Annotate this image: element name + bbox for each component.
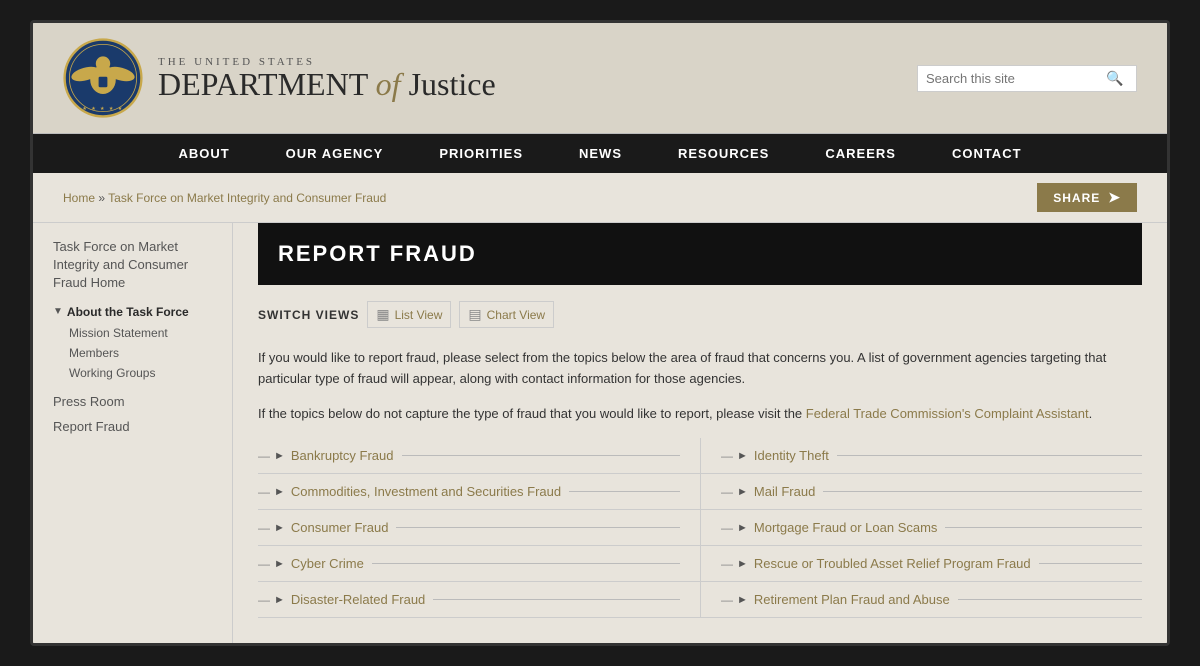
list-item: — ► Commodities, Investment and Securiti… xyxy=(258,474,700,510)
list-item: — ► Cyber Crime xyxy=(258,546,700,582)
content-area: Task Force on Market Integrity and Consu… xyxy=(33,223,1167,643)
browser-frame: ★ ★ ★ ★ ★ THE UNITED STATES DEPARTMENT o… xyxy=(30,20,1170,646)
svg-text:★ ★ ★ ★ ★: ★ ★ ★ ★ ★ xyxy=(82,106,123,112)
fraud-link-cyber[interactable]: Cyber Crime xyxy=(291,556,364,571)
nav-news[interactable]: NEWS xyxy=(551,134,650,173)
fraud-arrow-icon: ► xyxy=(274,522,285,534)
breadcrumb-bar: Home » Task Force on Market Integrity an… xyxy=(33,173,1167,223)
list-item: — ► Identity Theft xyxy=(700,438,1142,474)
logo-area: ★ ★ ★ ★ ★ THE UNITED STATES DEPARTMENT o… xyxy=(63,38,496,118)
list-view-button[interactable]: ▦ List View xyxy=(367,301,451,328)
search-icon: 🔍 xyxy=(1106,70,1123,87)
fraud-arrow-icon: ► xyxy=(737,450,748,462)
sidebar-report-fraud[interactable]: Report Fraud xyxy=(53,414,212,439)
search-box[interactable]: 🔍 xyxy=(917,65,1137,92)
sidebar-about-section: ▼ About the Task Force Mission Statement… xyxy=(53,305,212,383)
list-item: — ► Consumer Fraud xyxy=(258,510,700,546)
page-title: REPORT FRAUD xyxy=(258,223,1142,285)
fraud-link-disaster[interactable]: Disaster-Related Fraud xyxy=(291,592,425,607)
fraud-col-right: — ► Identity Theft — ► Mail Fraud — ► xyxy=(700,438,1142,618)
view-switcher: SWITCH VIEWS ▦ List View ▤ Chart View xyxy=(258,301,1142,328)
fraud-link-retirement[interactable]: Retirement Plan Fraud and Abuse xyxy=(754,592,950,607)
sidebar: Task Force on Market Integrity and Consu… xyxy=(33,223,233,643)
chart-icon: ▤ xyxy=(468,306,481,323)
fraud-link-bankruptcy[interactable]: Bankruptcy Fraud xyxy=(291,448,394,463)
intro-para-2: If the topics below do not capture the t… xyxy=(258,404,1142,425)
sidebar-about-title[interactable]: ▼ About the Task Force xyxy=(53,305,212,319)
sidebar-arrow-icon: ▼ xyxy=(53,306,63,317)
list-icon: ▦ xyxy=(376,306,389,323)
fraud-arrow-icon: ► xyxy=(737,558,748,570)
fraud-arrow-icon: ► xyxy=(274,558,285,570)
list-item: — ► Disaster-Related Fraud xyxy=(258,582,700,618)
list-item: — ► Bankruptcy Fraud xyxy=(258,438,700,474)
sidebar-press-room[interactable]: Press Room xyxy=(53,389,212,414)
fraud-grid: — ► Bankruptcy Fraud — ► Commodities, In… xyxy=(258,438,1142,618)
fraud-arrow-icon: ► xyxy=(737,486,748,498)
share-arrow-icon: ➤ xyxy=(1108,189,1121,206)
doj-title-main: DEPARTMENT of Justice xyxy=(158,68,496,100)
fraud-link-consumer[interactable]: Consumer Fraud xyxy=(291,520,389,535)
ftc-link[interactable]: Federal Trade Commission's Complaint Ass… xyxy=(806,406,1089,421)
fraud-arrow-icon: ► xyxy=(274,450,285,462)
breadcrumb-current[interactable]: Task Force on Market Integrity and Consu… xyxy=(108,191,386,205)
intro-para-1: If you would like to report fraud, pleas… xyxy=(258,348,1142,390)
nav-priorities[interactable]: PRIORITIES xyxy=(411,134,551,173)
list-item: — ► Mortgage Fraud or Loan Scams xyxy=(700,510,1142,546)
share-button[interactable]: SHARE ➤ xyxy=(1037,183,1137,212)
main-content: REPORT FRAUD SWITCH VIEWS ▦ List View ▤ … xyxy=(233,223,1167,643)
fraud-arrow-icon: ► xyxy=(737,522,748,534)
fraud-arrow-icon: ► xyxy=(737,594,748,606)
sidebar-item-mission[interactable]: Mission Statement xyxy=(53,323,212,343)
fraud-link-commodities[interactable]: Commodities, Investment and Securities F… xyxy=(291,484,561,499)
fraud-col-left: — ► Bankruptcy Fraud — ► Commodities, In… xyxy=(258,438,700,618)
chart-view-button[interactable]: ▤ Chart View xyxy=(459,301,554,328)
main-nav: ABOUT OUR AGENCY PRIORITIES NEWS RESOURC… xyxy=(33,134,1167,173)
fraud-link-mortgage[interactable]: Mortgage Fraud or Loan Scams xyxy=(754,520,938,535)
sidebar-item-members[interactable]: Members xyxy=(53,343,212,363)
fraud-arrow-icon: ► xyxy=(274,594,285,606)
nav-our-agency[interactable]: OUR AGENCY xyxy=(258,134,412,173)
nav-contact[interactable]: CONTACT xyxy=(924,134,1050,173)
doj-title: THE UNITED STATES DEPARTMENT of Justice xyxy=(158,56,496,100)
fraud-link-identity[interactable]: Identity Theft xyxy=(754,448,829,463)
nav-about[interactable]: ABOUT xyxy=(150,134,257,173)
breadcrumb-home[interactable]: Home xyxy=(63,191,95,205)
doj-seal: ★ ★ ★ ★ ★ xyxy=(63,38,143,118)
site-header: ★ ★ ★ ★ ★ THE UNITED STATES DEPARTMENT o… xyxy=(33,23,1167,134)
nav-careers[interactable]: CAREERS xyxy=(797,134,924,173)
fraud-link-rescue[interactable]: Rescue or Troubled Asset Relief Program … xyxy=(754,556,1031,571)
switch-views-label: SWITCH VIEWS xyxy=(258,308,359,322)
sidebar-item-working-groups[interactable]: Working Groups xyxy=(53,363,212,383)
fraud-link-mail[interactable]: Mail Fraud xyxy=(754,484,815,499)
list-item: — ► Mail Fraud xyxy=(700,474,1142,510)
list-item: — ► Retirement Plan Fraud and Abuse xyxy=(700,582,1142,618)
breadcrumb: Home » Task Force on Market Integrity an… xyxy=(63,191,386,205)
list-item: — ► Rescue or Troubled Asset Relief Prog… xyxy=(700,546,1142,582)
nav-resources[interactable]: RESOURCES xyxy=(650,134,797,173)
sidebar-home-link[interactable]: Task Force on Market Integrity and Consu… xyxy=(53,238,212,293)
search-input[interactable] xyxy=(926,71,1106,86)
fraud-arrow-icon: ► xyxy=(274,486,285,498)
